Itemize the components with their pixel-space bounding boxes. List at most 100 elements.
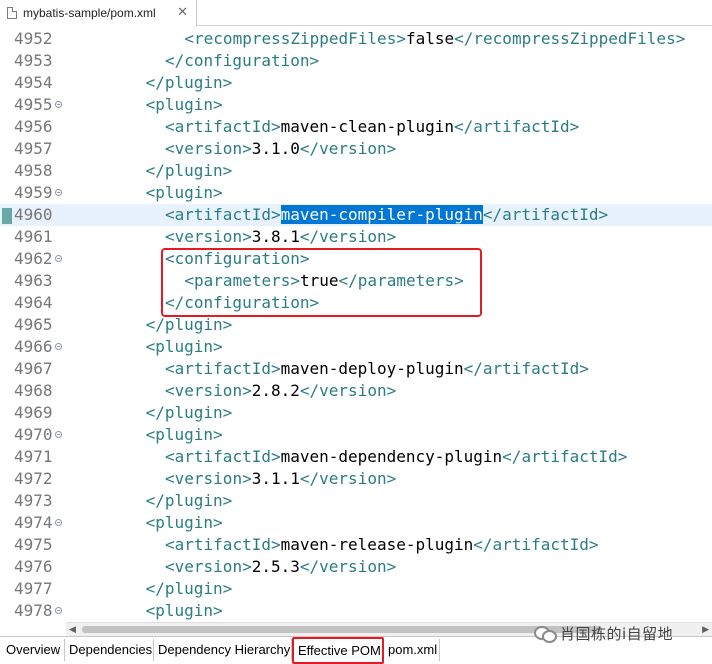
code-line[interactable]: 4958 </plugin>: [0, 160, 712, 182]
line-number: 4972: [14, 469, 53, 488]
tag-bracket: >: [222, 491, 233, 510]
code-line[interactable]: 4974 <plugin>: [0, 512, 712, 534]
code-line[interactable]: 4960 <artifactId>maven-compiler-plugin</a…: [0, 204, 712, 226]
text-value: 3.1.0: [251, 139, 300, 158]
tag-bracket: <: [145, 425, 156, 444]
tag-bracket: <: [145, 183, 156, 202]
tag-bracket: <: [165, 557, 175, 576]
tab-pom-xml[interactable]: pom.xml: [384, 639, 440, 661]
tag-bracket: <: [165, 139, 175, 158]
code-text: <artifactId>maven-compiler-plugin</artif…: [165, 204, 608, 226]
code-text: </plugin>: [146, 160, 233, 182]
line-number: 4954: [14, 73, 53, 92]
text-value: maven-release-plugin: [280, 535, 474, 554]
tag-bracket: </: [165, 51, 185, 70]
code-line[interactable]: 4953 </configuration>: [0, 50, 712, 72]
line-number: 4963: [14, 271, 53, 290]
code-text: <plugin>: [146, 182, 223, 204]
code-line[interactable]: 4955 <plugin>: [0, 94, 712, 116]
fold-toggle-icon[interactable]: [55, 431, 62, 438]
line-number: 4974: [14, 513, 53, 532]
code-line[interactable]: 4978 <plugin>: [0, 600, 712, 622]
code-line[interactable]: 4970 <plugin>: [0, 424, 712, 446]
tag-bracket: >: [386, 469, 397, 488]
scrollbar-thumb[interactable]: [82, 626, 602, 633]
fold-toggle-icon[interactable]: [55, 255, 62, 262]
selected-text: maven-compiler-plugin: [280, 205, 483, 224]
fold-toggle-icon[interactable]: [55, 101, 62, 108]
tag-name: artifactId: [174, 117, 271, 136]
code-text: <version>2.5.3</version>: [165, 556, 396, 578]
watermark: 肖国栋的i自留地: [534, 620, 673, 646]
code-line[interactable]: 4969 </plugin>: [0, 402, 712, 424]
line-number: 4969: [14, 403, 53, 422]
text-value: maven-clean-plugin: [280, 117, 454, 136]
tag-name: plugin: [155, 337, 214, 356]
tag-name: plugin: [164, 491, 223, 510]
tag-name: artifactId: [482, 359, 580, 378]
line-number: 4955: [14, 95, 53, 114]
tab-dependencies[interactable]: Dependencies: [65, 639, 154, 661]
code-text: </configuration>: [165, 50, 319, 72]
tag-bracket: <: [165, 359, 175, 378]
editor-tab-pom-xml[interactable]: mybatis-sample/pom.xml ✕: [0, 0, 197, 26]
tag-name: version: [319, 139, 387, 158]
code-line[interactable]: 4977 </plugin>: [0, 578, 712, 600]
xml-file-icon: [7, 7, 17, 19]
code-line[interactable]: 4973 </plugin>: [0, 490, 712, 512]
tag-bracket: >: [617, 447, 628, 466]
code-line[interactable]: 4959 <plugin>: [0, 182, 712, 204]
tag-name: artifactId: [473, 117, 570, 136]
code-line[interactable]: 4967 <artifactId>maven-deploy-plugin</art…: [0, 358, 712, 380]
code-line[interactable]: 4972 <version>3.1.1</version>: [0, 468, 712, 490]
line-number: 4952: [14, 29, 53, 48]
code-line[interactable]: 4952 <recompressZippedFiles>false</recomp…: [0, 28, 712, 50]
tag-name: artifactId: [502, 205, 599, 224]
code-text: <version>3.8.1</version>: [165, 226, 396, 248]
code-line[interactable]: 4975 <artifactId>maven-release-plugin</ar…: [0, 534, 712, 556]
code-line[interactable]: 4966 <plugin>: [0, 336, 712, 358]
fold-toggle-icon[interactable]: [55, 343, 62, 350]
scroll-right-icon[interactable]: ▶: [702, 625, 709, 635]
fold-toggle-icon[interactable]: [55, 607, 62, 614]
tag-bracket: >: [213, 513, 223, 532]
code-text: <plugin>: [146, 336, 223, 358]
tag-name: artifactId: [174, 205, 271, 224]
code-text: <plugin>: [146, 600, 223, 622]
code-line[interactable]: 4954 </plugin>: [0, 72, 712, 94]
code-text: <artifactId>maven-deploy-plugin</artifac…: [165, 358, 589, 380]
code-line[interactable]: 4957 <version>3.1.0</version>: [0, 138, 712, 160]
fold-toggle-icon[interactable]: [55, 519, 62, 526]
code-line[interactable]: 4976 <version>2.5.3</version>: [0, 556, 712, 578]
watermark-text: 肖国栋的i自留地: [560, 624, 674, 643]
tag-name: artifactId: [521, 447, 618, 466]
code-line[interactable]: 4956 <artifactId>maven-clean-plugin</arti…: [0, 116, 712, 138]
tag-name: plugin: [164, 579, 223, 598]
tag-name: version: [319, 381, 387, 400]
code-line[interactable]: 4961 <version>3.8.1</version>: [0, 226, 712, 248]
tag-bracket: >: [309, 51, 320, 70]
code-line[interactable]: 4968 <version>2.8.2</version>: [0, 380, 712, 402]
highlight-box: [161, 248, 482, 317]
tab-dependency-hierarchy[interactable]: Dependency Hierarchy: [154, 639, 292, 661]
close-icon[interactable]: ✕: [177, 5, 188, 20]
code-text: </plugin>: [146, 490, 233, 512]
tag-bracket: <: [165, 447, 175, 466]
code-text: </plugin>: [146, 578, 233, 600]
code-line[interactable]: 4971 <artifactId>maven-dependency-plugin<…: [0, 446, 712, 468]
tab-overview[interactable]: Overview: [2, 639, 65, 661]
tag-bracket: </: [299, 557, 320, 576]
tag-name: artifactId: [174, 447, 271, 466]
code-line[interactable]: 4965 </plugin>: [0, 314, 712, 336]
code-text: <plugin>: [146, 94, 223, 116]
line-number: 4962: [14, 249, 53, 268]
line-number: 4966: [14, 337, 53, 356]
editor-tab-bar: mybatis-sample/pom.xml ✕: [0, 0, 712, 26]
line-number: 4959: [14, 183, 53, 202]
line-number: 4953: [14, 51, 53, 70]
fold-toggle-icon[interactable]: [55, 189, 62, 196]
scroll-left-icon[interactable]: ◀: [69, 625, 76, 635]
tag-bracket: >: [270, 359, 281, 378]
tab-effective-pom[interactable]: Effective POM: [292, 637, 384, 664]
code-editor[interactable]: 4952 <recompressZippedFiles>false</recomp…: [0, 28, 712, 622]
